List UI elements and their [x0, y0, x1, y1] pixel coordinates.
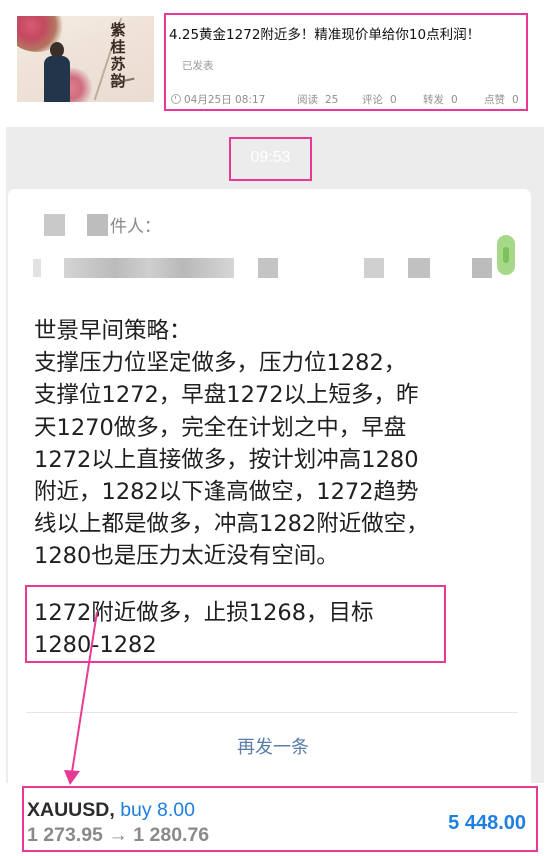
article-meta: 04月25日 08:17 阅读 25 评论 0 转发 0 点赞 0 — [171, 92, 523, 108]
trade-profit: 5 448.00 — [448, 812, 526, 834]
message-body: 世景早间策略： 支撑压力位坚定做多，压力位1282， 支撑位1272，早盘127… — [34, 315, 514, 573]
message-time-highlight: 09:53 — [229, 137, 312, 181]
message-line: 支撑位1272，早盘1272以上短多，昨 — [34, 382, 419, 409]
stat-shares: 转发 0 — [423, 94, 458, 106]
person-image — [44, 56, 70, 102]
message-line: 1272以上直接做多，按计划冲高1280 — [34, 446, 419, 473]
article-status: 已发表 — [182, 60, 214, 72]
stat-comments: 评论 0 — [362, 94, 397, 106]
trade-symbol: XAUUSD, — [27, 799, 115, 821]
trade-symbol-line: XAUUSD, buy 8.00 — [27, 799, 195, 822]
trade-prices: 1 273.95 → 1 280.76 — [27, 824, 210, 846]
article-thumbnail[interactable]: 紫 桂 苏 韵 — [17, 16, 154, 102]
message-line: 1272附近做多，止损1268，目标 — [34, 600, 374, 626]
redacted-text — [44, 214, 65, 236]
message-line: 天1270做多，完全在计划之中，早盘 — [34, 414, 407, 441]
redacted-text — [87, 214, 108, 236]
divider — [26, 712, 518, 713]
message-line: 支撑压力位坚定做多，压力位1282， — [34, 350, 407, 377]
clock-icon — [171, 94, 181, 104]
resend-button[interactable]: 再发一条 — [0, 733, 546, 759]
stat-likes: 点赞 0 — [484, 94, 519, 106]
trade-side: buy 8.00 — [120, 799, 195, 821]
article-title[interactable]: 4.25黄金1272附近多！精准现价单给你10点利润！ — [169, 23, 480, 43]
redacted-text — [472, 258, 492, 278]
message-line: 1280-1282 — [34, 632, 157, 659]
message-line: 线以上都是做多，冲高1282附近做空， — [34, 511, 429, 538]
trade-signal-text: 1272附近做多，止损1268，目标 1280-1282 — [34, 597, 374, 661]
message-line: 世景早间策略： — [34, 318, 192, 344]
article-datetime: 04月25日 08:17 — [171, 92, 265, 107]
redacted-text — [408, 258, 430, 278]
redacted-email — [64, 258, 234, 278]
article-info-highlight[interactable]: 4.25黄金1272附近多！精准现价单给你10点利润！ 已发表 04月25日 0… — [164, 13, 528, 111]
scroll-handle[interactable] — [497, 235, 515, 275]
message-time: 09:53 — [250, 149, 291, 166]
message-line: 附近，1282以下逢高做空，1272趋势 — [34, 479, 419, 506]
redacted-text — [258, 258, 278, 278]
redacted-text — [364, 258, 384, 278]
article-header: 紫 桂 苏 韵 4.25黄金1272附近多！精准现价单给你10点利润！ 已发表 … — [0, 0, 550, 123]
signature-mark — [110, 77, 138, 99]
sender-label: 件人： — [110, 217, 161, 237]
redacted-text — [33, 259, 41, 277]
stat-reads: 阅读 25 — [297, 94, 339, 106]
message-line: 1280也是压力太近没有空间。 — [34, 543, 339, 570]
